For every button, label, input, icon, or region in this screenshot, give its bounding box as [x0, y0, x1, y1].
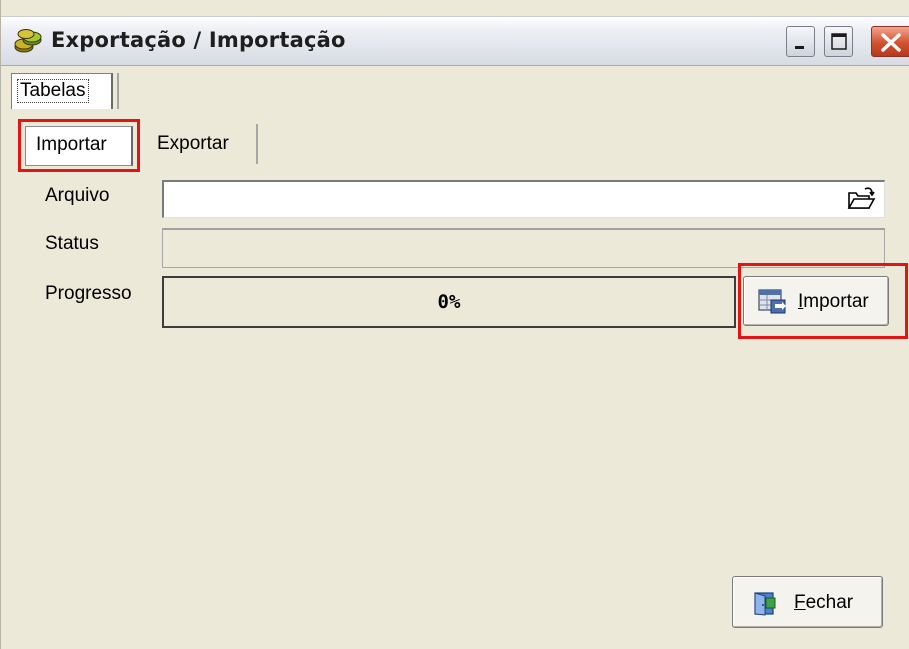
exit-door-icon	[753, 590, 779, 622]
tab-separator	[256, 124, 258, 164]
minimize-icon	[795, 46, 804, 49]
close-icon	[881, 33, 901, 52]
status-field	[162, 228, 885, 268]
tab-separator	[117, 73, 119, 109]
tab-exportar[interactable]: Exportar	[144, 126, 260, 166]
export-import-window: Exportação / Importação Tabelas Importar…	[0, 0, 909, 649]
close-dialog-button-label: Fechar	[794, 592, 853, 614]
minimize-button[interactable]	[786, 26, 815, 57]
open-folder-icon[interactable]	[843, 184, 879, 214]
arquivo-input[interactable]	[162, 180, 885, 218]
close-dialog-button[interactable]: Fechar	[732, 576, 883, 628]
maximize-icon	[831, 33, 847, 50]
maximize-button[interactable]	[824, 26, 853, 57]
close-dialog-button-label-rest: echar	[805, 592, 854, 613]
progresso-label: Progresso	[45, 283, 132, 304]
tab-exportar-label: Exportar	[157, 133, 229, 154]
tab-tabelas[interactable]: Tabelas	[11, 73, 113, 109]
tab-tabelas-label: Tabelas	[17, 79, 89, 103]
close-dialog-button-accelerator: F	[794, 592, 806, 613]
progress-percent: 0%	[437, 291, 461, 313]
import-button-highlight	[738, 263, 908, 339]
tab-importar-highlight	[18, 119, 140, 172]
progress-bar: 0%	[162, 276, 736, 328]
status-label: Status	[45, 233, 99, 254]
title-bar[interactable]: Exportação / Importação	[1, 16, 909, 66]
close-button[interactable]	[871, 26, 909, 57]
window-title: Exportação / Importação	[51, 28, 346, 52]
coins-app-icon	[14, 28, 42, 54]
arquivo-label: Arquivo	[45, 185, 110, 206]
